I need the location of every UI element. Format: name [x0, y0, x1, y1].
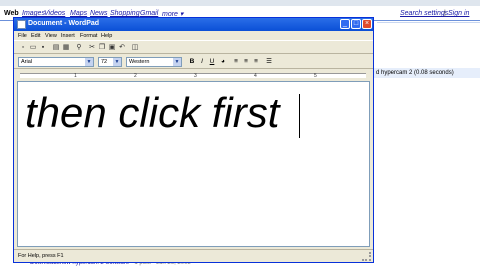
nav-web[interactable]: Web [4, 10, 19, 17]
browser-address-strip [0, 0, 480, 6]
menu-edit[interactable]: Edit [31, 33, 40, 39]
menu-bar: File Edit View Insert Format Help [14, 31, 373, 40]
align-right-icon[interactable]: ≡ [252, 58, 260, 66]
new-icon[interactable]: ▫ [19, 44, 27, 52]
document-area[interactable]: then click first [17, 81, 370, 247]
paste-icon[interactable]: ▣ [108, 44, 116, 52]
resize-grip-icon[interactable] [362, 252, 371, 261]
menu-format[interactable]: Format [80, 33, 97, 39]
undo-icon[interactable]: ↶ [118, 44, 126, 52]
find-icon[interactable]: ⚲ [75, 44, 83, 52]
results-divider [377, 22, 480, 23]
text-caret [299, 94, 300, 138]
ruler-number: 3 [194, 73, 197, 79]
italic-button[interactable]: I [198, 58, 206, 66]
nav-images[interactable]: Images [22, 10, 45, 17]
menu-insert[interactable]: Insert [61, 33, 75, 39]
title-bar[interactable]: Document - WordPad _ □ × [14, 18, 373, 31]
ruler-number: 5 [314, 73, 317, 79]
chevron-down-icon[interactable]: ▼ [173, 58, 181, 66]
search-settings-link[interactable]: Search settings [400, 10, 448, 17]
script-value: Western [129, 59, 150, 65]
font-size-select[interactable]: 72 ▼ [98, 57, 122, 67]
menu-view[interactable]: View [45, 33, 57, 39]
save-icon[interactable]: ▪ [39, 44, 47, 52]
ruler[interactable]: 1 2 3 4 5 [14, 70, 373, 80]
ruler-number: 1 [74, 73, 77, 79]
maximize-button[interactable]: □ [351, 19, 361, 29]
underline-button[interactable]: U [208, 58, 216, 66]
align-left-icon[interactable]: ≡ [232, 58, 240, 66]
print-preview-icon[interactable]: ▦ [62, 44, 70, 52]
print-icon[interactable]: ▤ [52, 44, 60, 52]
font-name-value: Arial [21, 59, 33, 65]
font-name-select[interactable]: Arial ▼ [18, 57, 94, 67]
font-size-value: 72 [101, 59, 108, 65]
menu-help[interactable]: Help [101, 33, 112, 39]
menu-file[interactable]: File [18, 33, 27, 39]
wordpad-window: Document - WordPad _ □ × File Edit View … [13, 17, 374, 263]
close-button[interactable]: × [362, 19, 372, 29]
chevron-down-icon[interactable]: ▼ [85, 58, 93, 66]
nav-shopping[interactable]: Shopping [110, 10, 140, 17]
window-title: Document - WordPad [28, 20, 100, 27]
ruler-number: 4 [254, 73, 257, 79]
nav-videos[interactable]: Videos [44, 10, 65, 17]
date-time-icon[interactable]: ◫ [131, 44, 139, 52]
nav-maps[interactable]: Maps [70, 10, 87, 17]
nav-gmail[interactable]: Gmail [140, 10, 158, 17]
status-text: For Help, press F1 [18, 253, 64, 259]
wordpad-app-icon[interactable] [17, 20, 26, 29]
align-center-icon[interactable]: ≡ [242, 58, 250, 66]
bold-button[interactable]: B [188, 58, 196, 66]
document-text[interactable]: then click first [25, 89, 279, 137]
bullets-icon[interactable]: ☰ [265, 58, 273, 66]
color-icon[interactable]: ◕ [219, 58, 227, 66]
format-toolbar: Arial ▼ 72 ▼ Western ▼ B I U ◕ ≡ ≡ ≡ ☰ [14, 55, 373, 69]
open-icon[interactable]: ▭ [29, 44, 37, 52]
nav-news[interactable]: News [90, 10, 108, 17]
sign-in-link[interactable]: Sign in [448, 10, 469, 17]
script-select[interactable]: Western ▼ [126, 57, 182, 67]
standard-toolbar: ▫ ▭ ▪ ▤ ▦ ⚲ ✂ ❐ ▣ ↶ ◫ [14, 40, 373, 54]
chevron-down-icon[interactable]: ▼ [113, 58, 121, 66]
minimize-button[interactable]: _ [340, 19, 350, 29]
cut-icon[interactable]: ✂ [88, 44, 96, 52]
nav-separator: | [444, 10, 446, 17]
results-stats-bar: d hypercam 2 (0.08 seconds) [374, 68, 480, 78]
status-bar: For Help, press F1 [14, 249, 373, 262]
copy-icon[interactable]: ❐ [98, 44, 106, 52]
ruler-number: 2 [134, 73, 137, 79]
